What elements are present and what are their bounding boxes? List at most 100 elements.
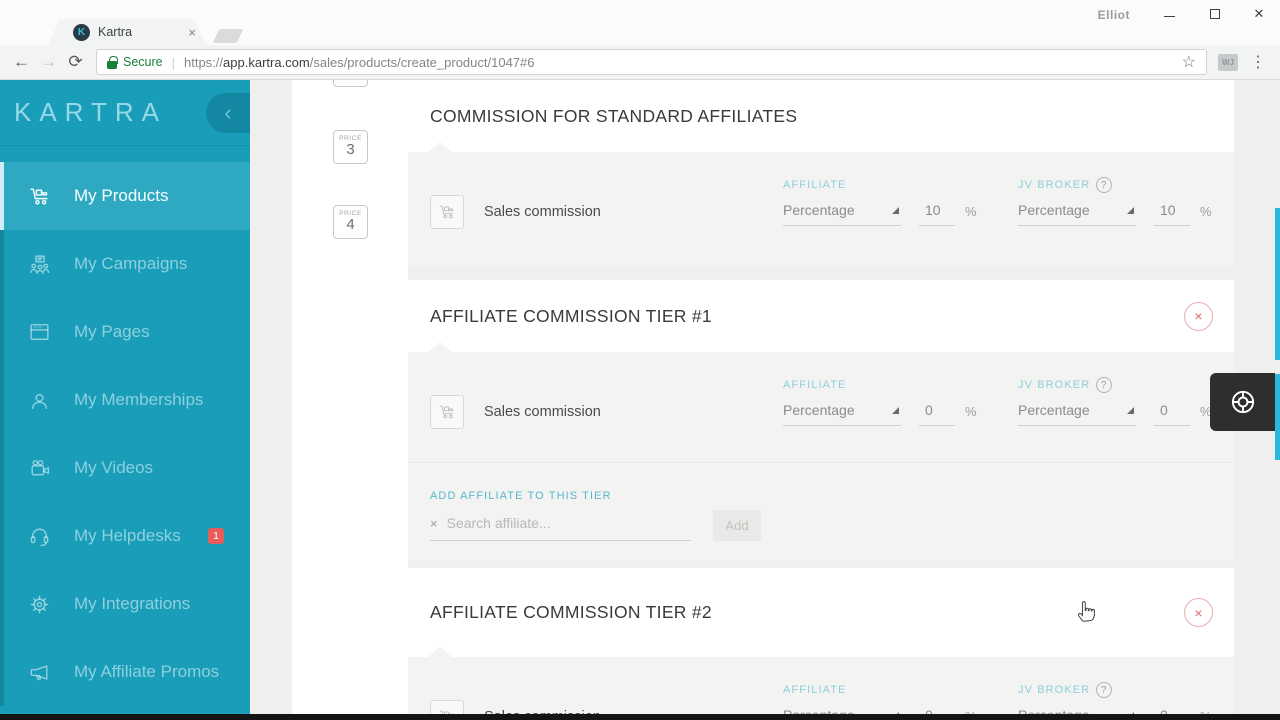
- affiliate-commission-group: AFFILIATE Percentage %: [783, 177, 977, 226]
- jv-broker-help-icon[interactable]: ?: [1096, 377, 1113, 393]
- integrations-gear-icon: [26, 591, 52, 617]
- sidebar-item-my-helpdesks[interactable]: My Helpdesks 1: [0, 502, 250, 570]
- reload-icon[interactable]: ⟳: [62, 52, 89, 72]
- remove-tier-button[interactable]: ×: [1184, 598, 1213, 627]
- sidebar-item-my-videos[interactable]: My Videos: [0, 434, 250, 502]
- tab-close-icon[interactable]: ×: [188, 25, 196, 40]
- window-maximize-button[interactable]: [1204, 6, 1226, 24]
- kartra-favicon-icon: K: [73, 23, 90, 41]
- page-scrollbar-segment[interactable]: [1275, 374, 1280, 460]
- jv-broker-commission-value-input[interactable]: [1154, 402, 1190, 426]
- commission-row-label: Sales commission: [484, 404, 601, 420]
- memberships-icon: [26, 387, 52, 413]
- secure-label: Secure: [123, 55, 163, 69]
- affiliate-commission-value-input[interactable]: [919, 202, 955, 226]
- affiliate-promos-megaphone-icon: [26, 659, 52, 685]
- jv-broker-commission-value-input[interactable]: [1154, 202, 1190, 226]
- section-panel: Sales commission AFFILIATE Percentage %: [408, 142, 1234, 267]
- jv-broker-commission-type-select[interactable]: Percentage: [1018, 402, 1136, 426]
- new-tab-button[interactable]: [212, 29, 244, 43]
- bookmark-star-icon[interactable]: ☆: [1182, 52, 1196, 72]
- select-triangle-icon: [1127, 406, 1134, 414]
- affiliate-commission-type-select[interactable]: Percentage: [783, 707, 901, 714]
- sales-commission-cart-icon: [430, 395, 464, 429]
- sidebar-item-my-affiliate-promos[interactable]: My Affiliate Promos: [0, 638, 250, 706]
- jv-broker-heading: JV BROKER ?: [1018, 377, 1212, 393]
- back-icon[interactable]: ←: [8, 52, 35, 72]
- extension-icon[interactable]: WJ: [1218, 53, 1238, 71]
- minimize-icon: [1163, 16, 1175, 17]
- select-triangle-icon: [892, 206, 899, 214]
- bottom-bar: [0, 714, 1280, 720]
- sidebar-item-label: My Helpdesks: [74, 526, 181, 545]
- jv-broker-help-icon[interactable]: ?: [1096, 682, 1113, 698]
- sidebar-item-my-products[interactable]: My Products: [0, 162, 250, 230]
- section-title: AFFILIATE COMMISSION TIER #2: [430, 602, 712, 622]
- jv-broker-help-icon[interactable]: ?: [1096, 177, 1113, 193]
- section-title: AFFILIATE COMMISSION TIER #1: [430, 305, 712, 326]
- screen: Elliot ✕ K Kartra × ← → ⟳ Secure | https…: [0, 0, 1280, 720]
- commission-row-label: Sales commission: [484, 204, 601, 220]
- add-affiliate-button[interactable]: Add: [713, 510, 761, 541]
- section-commission-tier-2: AFFILIATE COMMISSION TIER #2 × Sales com…: [408, 568, 1234, 714]
- percent-sign: %: [965, 404, 977, 419]
- section-title: COMMISSION FOR STANDARD AFFILIATES: [430, 105, 798, 126]
- logo-row: KARTRA ‹: [0, 80, 250, 146]
- affiliate-heading: AFFILIATE: [783, 379, 847, 391]
- forward-icon[interactable]: →: [35, 52, 62, 72]
- section-standard-commission: COMMISSION FOR STANDARD AFFILIATES Sales…: [408, 80, 1234, 267]
- affiliate-commission-type-select[interactable]: Percentage: [783, 402, 901, 426]
- panel-divider: [408, 462, 1234, 463]
- window-minimize-button[interactable]: [1158, 6, 1180, 24]
- jv-broker-commission-group: JV BROKER ? Percentage %: [1018, 377, 1212, 426]
- affiliate-search-field[interactable]: ×: [430, 515, 691, 541]
- jv-broker-commission-value-input[interactable]: [1154, 707, 1190, 714]
- browser-menu-icon[interactable]: ⋮: [1244, 52, 1272, 72]
- sidebar-collapse-button[interactable]: ‹: [206, 93, 250, 133]
- remove-tier-button[interactable]: ×: [1184, 301, 1213, 331]
- select-triangle-icon: [892, 406, 899, 414]
- section-header: COMMISSION FOR STANDARD AFFILIATES: [408, 80, 1234, 152]
- jv-broker-commission-type-select[interactable]: Percentage: [1018, 202, 1136, 226]
- helpdesks-icon: [26, 523, 52, 549]
- padlock-icon: [107, 55, 118, 69]
- jv-broker-commission-type-select[interactable]: Percentage: [1018, 707, 1136, 714]
- affiliate-commission-group: AFFILIATE Percentage %: [783, 377, 977, 426]
- browser-tab[interactable]: K Kartra ×: [48, 19, 206, 45]
- maximize-icon: [1210, 9, 1220, 19]
- sales-commission-cart-icon: [430, 195, 464, 229]
- affiliate-commission-value-input[interactable]: [919, 707, 955, 714]
- campaigns-icon: [26, 251, 52, 277]
- support-widget-button[interactable]: [1210, 373, 1275, 431]
- main-content: COMMISSION FOR STANDARD AFFILIATES Sales…: [408, 80, 1234, 714]
- search-affiliate-input[interactable]: [446, 515, 667, 531]
- url-bar[interactable]: Secure | https://app.kartra.com/sales/pr…: [96, 49, 1207, 75]
- sidebar-item-label: My Affiliate Promos: [74, 662, 220, 681]
- affiliate-commission-type-select[interactable]: Percentage: [783, 202, 901, 226]
- window-close-button[interactable]: ✕: [1248, 6, 1270, 24]
- tab-title: Kartra: [98, 25, 133, 39]
- page-scrollbar[interactable]: [1275, 208, 1280, 360]
- affiliate-commission-value-input[interactable]: [919, 402, 955, 426]
- sidebar-item-my-memberships[interactable]: My Memberships: [0, 366, 250, 434]
- jv-broker-commission-group: JV BROKER ? Percentage %: [1018, 177, 1212, 226]
- price-badge-4[interactable]: PRICE 4: [333, 205, 368, 239]
- sidebar-item-label: My Integrations: [74, 594, 191, 613]
- sidebar-nav: My Products My Campaigns HTTP My Pages M…: [0, 162, 250, 706]
- sidebar-item-my-pages[interactable]: HTTP My Pages: [0, 298, 250, 366]
- kartra-logo: KARTRA: [14, 97, 167, 127]
- price-badge-3[interactable]: PRICE 3: [333, 130, 368, 164]
- sidebar-item-my-integrations[interactable]: My Integrations: [0, 570, 250, 638]
- add-affiliate-block: ADD AFFILIATE TO THIS TIER ×: [430, 490, 691, 541]
- sidebar-item-label: My Pages: [74, 322, 150, 341]
- section-commission-tier-1: AFFILIATE COMMISSION TIER #1 × Sales com…: [408, 280, 1234, 560]
- sidebar-item-label: My Memberships: [74, 390, 204, 409]
- sidebar-item-my-campaigns[interactable]: My Campaigns: [0, 230, 250, 298]
- percent-sign: %: [1200, 204, 1212, 219]
- percent-sign: %: [965, 204, 977, 219]
- price-badge-partial[interactable]: [333, 80, 368, 87]
- chrome-profile-name[interactable]: Elliot: [1098, 8, 1130, 22]
- sidebar-item-label: My Campaigns: [74, 254, 188, 273]
- jv-broker-heading: JV BROKER ?: [1018, 682, 1212, 698]
- clear-search-icon[interactable]: ×: [430, 516, 438, 531]
